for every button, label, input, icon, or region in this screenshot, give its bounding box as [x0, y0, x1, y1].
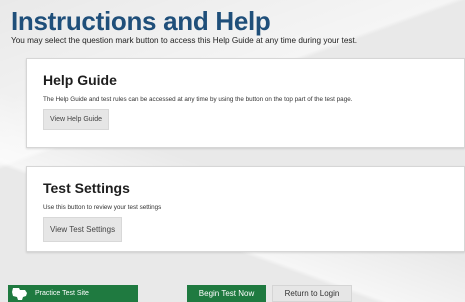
practice-test-site-label: Practice Test Site: [35, 290, 89, 297]
page-background: [0, 0, 465, 302]
view-test-settings-button[interactable]: View Test Settings: [43, 217, 123, 242]
page-title: Instructions and Help: [11, 6, 271, 36]
intro-text: You may select the question mark button …: [11, 36, 358, 45]
view-help-guide-button[interactable]: View Help Guide: [43, 109, 110, 130]
help-guide-card: Help Guide The Help Guide and test rules…: [26, 58, 465, 148]
help-guide-description: The Help Guide and test rules can be acc…: [43, 96, 353, 103]
footer-bar: Practice Test Site Begin Test Now Return…: [0, 278, 465, 302]
return-to-login-button[interactable]: Return to Login: [272, 285, 352, 302]
state-map-icon: [12, 287, 27, 300]
help-guide-title: Help Guide: [43, 72, 117, 88]
begin-test-now-button[interactable]: Begin Test Now: [187, 285, 266, 302]
practice-test-site-badge: Practice Test Site: [8, 285, 138, 302]
test-settings-card: Test Settings Use this button to review …: [26, 166, 465, 252]
test-settings-title: Test Settings: [43, 180, 130, 196]
test-settings-description: Use this button to review your test sett…: [43, 204, 162, 211]
